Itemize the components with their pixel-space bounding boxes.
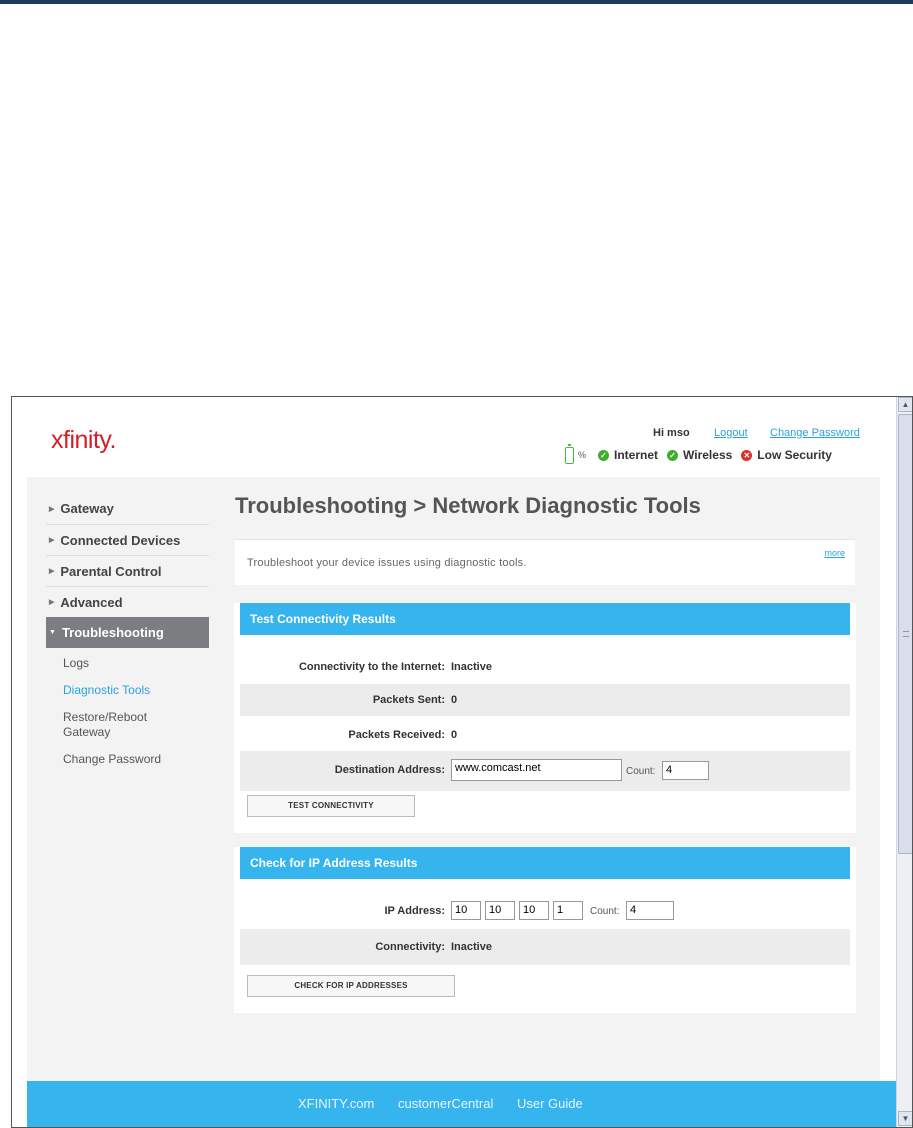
scrollbar-thumb[interactable] bbox=[898, 414, 912, 854]
check-circle-icon: ✓ bbox=[667, 449, 679, 461]
chevron-right-icon: ▶ bbox=[49, 599, 55, 606]
status-bar: % ✓ Internet ✓ Wireless ✕ Low Security bbox=[565, 443, 841, 466]
scroll-up-arrow-icon[interactable]: ▲ bbox=[898, 397, 912, 412]
change-password-link[interactable]: Change Password bbox=[770, 427, 860, 439]
count-input[interactable]: 4 bbox=[662, 761, 709, 780]
greeting-text: Hi mso bbox=[653, 427, 690, 439]
test-connectivity-panel: Test Connectivity Results Connectivity t… bbox=[234, 603, 856, 833]
sidebar-item-label: Advanced bbox=[60, 594, 123, 610]
browser-window: xfinity. Hi mso Logout Change Password %… bbox=[11, 396, 913, 1128]
footer-link-customer-central[interactable]: customerCentral bbox=[398, 1096, 493, 1111]
ip-octet-4-input[interactable]: 1 bbox=[553, 901, 583, 920]
field-label: Connectivity: bbox=[375, 941, 445, 953]
chevron-right-icon: ▶ bbox=[49, 505, 55, 513]
sidebar-item-label: Connected Devices bbox=[60, 532, 181, 548]
check-ip-button[interactable]: CHECK FOR IP ADDRESSES bbox=[247, 975, 455, 997]
xfinity-logo[interactable]: xfinity. bbox=[51, 426, 117, 455]
row-packets-received: Packets Received: 0 bbox=[240, 719, 850, 751]
field-label: Destination Address: bbox=[334, 764, 445, 776]
sidebar-nav: ▶ Gateway ▶ Connected Devices ▶ Parental… bbox=[46, 493, 209, 767]
field-label: Connectivity to the Internet: bbox=[298, 661, 445, 673]
page-footer: XFINITY.com customerCentral User Guide bbox=[27, 1081, 896, 1127]
test-connectivity-button[interactable]: TEST CONNECTIVITY bbox=[247, 795, 415, 817]
chevron-right-icon: ▶ bbox=[49, 537, 55, 544]
count-label: Count: bbox=[626, 766, 656, 777]
check-circle-icon: ✓ bbox=[598, 449, 610, 461]
grip-icon bbox=[903, 631, 909, 637]
sidebar-item-parental-control[interactable]: ▶ Parental Control bbox=[46, 555, 209, 586]
sidebar-item-gateway[interactable]: ▶ Gateway bbox=[46, 493, 209, 524]
page-viewport: xfinity. Hi mso Logout Change Password %… bbox=[12, 397, 896, 1127]
sidebar-subitem-restore-reboot[interactable]: Restore/Reboot Gateway bbox=[46, 710, 156, 740]
sidebar-item-advanced[interactable]: ▶ Advanced bbox=[46, 586, 209, 617]
count-label: Count: bbox=[590, 906, 620, 917]
sidebar-item-connected-devices[interactable]: ▶ Connected Devices bbox=[46, 524, 209, 555]
field-label: IP Address: bbox=[384, 905, 445, 917]
sidebar-item-label: Parental Control bbox=[60, 563, 162, 579]
panel-heading: Check for IP Address Results bbox=[240, 847, 850, 879]
packets-sent-value: 0 bbox=[451, 694, 458, 706]
ip-octet-2-input[interactable]: 10 bbox=[485, 901, 515, 920]
status-internet: Internet bbox=[614, 448, 659, 462]
vertical-scrollbar[interactable]: ▲ ▼ bbox=[896, 397, 912, 1127]
footer-links: XFINITY.com customerCentral User Guide bbox=[298, 1096, 603, 1111]
description-box: Troubleshoot your device issues using di… bbox=[235, 539, 855, 585]
sidebar-subitem-change-password[interactable]: Change Password bbox=[46, 752, 209, 767]
row-destination: Destination Address: www.comcast.net Cou… bbox=[240, 751, 850, 791]
sidebar-subitem-logs[interactable]: Logs bbox=[46, 656, 209, 671]
row-internet: Connectivity to the Internet: Inactive bbox=[240, 651, 850, 683]
check-ip-panel: Check for IP Address Results IP Address:… bbox=[234, 847, 856, 1013]
more-link[interactable]: more bbox=[824, 548, 845, 558]
x-circle-icon: ✕ bbox=[741, 449, 753, 461]
scroll-down-arrow-icon[interactable]: ▼ bbox=[898, 1111, 912, 1126]
status-wireless: Wireless bbox=[683, 448, 733, 462]
field-label: Packets Sent: bbox=[372, 694, 445, 706]
ip-connectivity-value: Inactive bbox=[451, 941, 492, 953]
row-ip-connectivity: Connectivity: Inactive bbox=[240, 929, 850, 965]
sidebar-subitem-diagnostic-tools[interactable]: Diagnostic Tools bbox=[46, 683, 209, 698]
sidebar-item-label: Gateway bbox=[60, 501, 114, 516]
footer-link-user-guide[interactable]: User Guide bbox=[517, 1096, 583, 1111]
packets-received-value: 0 bbox=[451, 729, 458, 741]
description-text: Troubleshoot your device issues using di… bbox=[247, 557, 527, 569]
ip-octet-1-input[interactable]: 10 bbox=[451, 901, 481, 920]
page-title: Troubleshooting > Network Diagnostic Too… bbox=[235, 493, 701, 518]
panel-heading: Test Connectivity Results bbox=[240, 603, 850, 635]
destination-address-input[interactable]: www.comcast.net bbox=[451, 759, 622, 781]
sidebar-item-troubleshooting[interactable]: ▼ Troubleshooting bbox=[46, 617, 209, 648]
status-security[interactable]: Low Security bbox=[757, 448, 832, 462]
row-ip-address: IP Address: 10 10 10 1 Count: 4 bbox=[240, 895, 850, 927]
footer-link-xfinity[interactable]: XFINITY.com bbox=[298, 1096, 374, 1111]
battery-icon bbox=[565, 443, 574, 464]
ip-octet-3-input[interactable]: 10 bbox=[519, 901, 549, 920]
chevron-down-icon: ▼ bbox=[49, 629, 56, 636]
sidebar-item-label: Troubleshooting bbox=[61, 625, 164, 640]
battery-percent: % bbox=[578, 450, 587, 460]
chevron-right-icon: ▶ bbox=[49, 568, 55, 575]
internet-status-value: Inactive bbox=[451, 661, 492, 673]
ip-count-input[interactable]: 4 bbox=[626, 901, 674, 920]
row-packets-sent: Packets Sent: 0 bbox=[240, 684, 850, 716]
document-top-rule bbox=[0, 0, 913, 4]
field-label: Packets Received: bbox=[348, 729, 445, 741]
logout-link[interactable]: Logout bbox=[714, 427, 748, 439]
